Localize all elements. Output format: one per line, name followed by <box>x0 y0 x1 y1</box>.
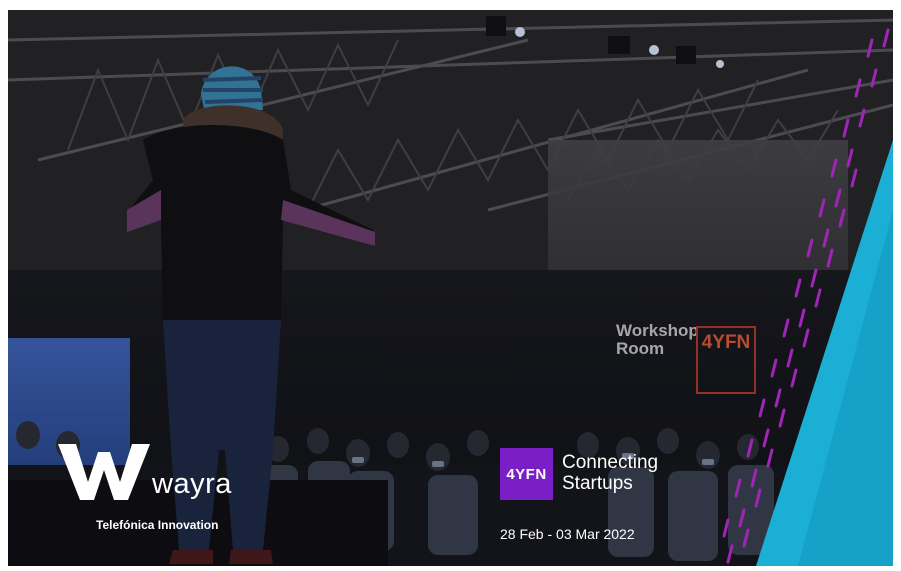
event-title: Connecting Startups <box>562 452 658 494</box>
event-title-line2: Startups <box>562 473 633 494</box>
4yfn-badge: 4YFN <box>500 448 553 500</box>
event-dates: 28 Feb - 03 Mar 2022 <box>500 526 635 542</box>
wayra-wordmark: wayra <box>152 468 232 500</box>
event-title-line1: Connecting <box>562 452 659 473</box>
wayra-mark-icon <box>58 444 150 500</box>
wayra-tagline: Telefónica Innovation <box>96 518 219 532</box>
